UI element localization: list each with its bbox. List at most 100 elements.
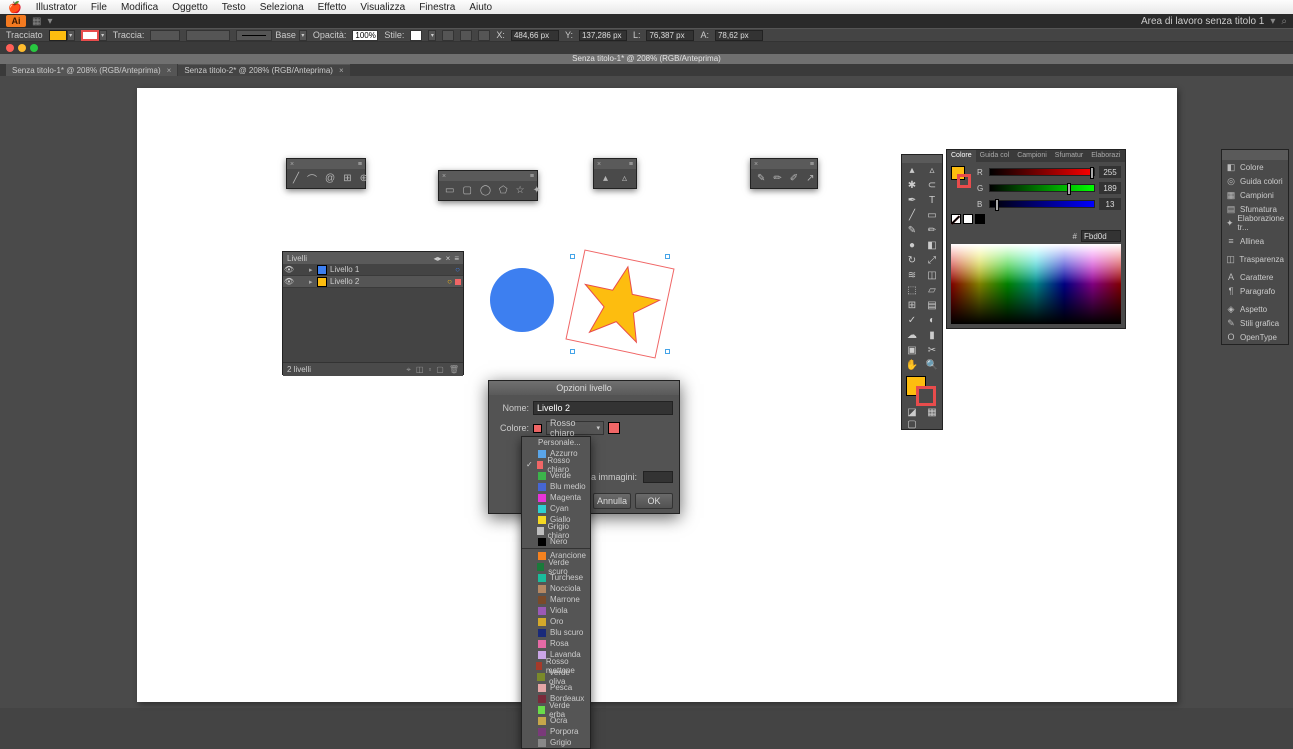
pencil-tool-icon[interactable]: ✐ [790,173,798,184]
sidepanel-item[interactable]: ◈Aspetto [1222,302,1288,316]
gradient-tool[interactable]: ▤ [922,298,942,313]
panel-menu-icon[interactable]: ≡ [454,254,459,263]
rectangle-tool-icon[interactable]: ▭ [445,185,454,196]
g-value[interactable]: 189 [1099,182,1121,194]
mini-toolbar-4[interactable]: ×≡ ✎ ✏ ✐ ↗ [750,158,818,189]
dd-color-item[interactable]: Marrone [522,594,590,605]
brush-tool[interactable]: ✎ [902,223,922,238]
menu-oggetto[interactable]: Oggetto [172,2,208,13]
rounded-rect-tool-icon[interactable]: ▢ [462,185,471,196]
hex-input[interactable] [1081,230,1121,242]
menu-testo[interactable]: Testo [222,2,246,13]
sidepanel-item[interactable]: ≡Allinea [1222,234,1288,248]
menu-file[interactable]: File [91,2,107,13]
expand-arrow-icon[interactable]: ▸ [307,266,317,274]
rectangle-tool[interactable]: ▭ [922,208,942,223]
tab-campioni[interactable]: Campioni [1013,150,1051,162]
app-name[interactable]: Illustrator [36,2,77,13]
panel-grip[interactable] [902,155,942,163]
new-sublayer-icon[interactable]: ▫ [428,365,431,375]
dd-color-item[interactable]: Verde erba [522,704,590,715]
slice-tool[interactable]: ✂ [922,343,942,358]
target-icon[interactable]: ○ [455,265,460,274]
selection-handle[interactable] [665,254,670,259]
stroke-swatch[interactable] [81,30,99,41]
delete-layer-icon[interactable]: 🗑 [449,365,459,375]
menu-effetto[interactable]: Effetto [318,2,347,13]
layer-row[interactable]: 👁▸Livello 2○ [283,276,463,288]
menu-aiuto[interactable]: Aiuto [469,2,492,13]
dd-color-item[interactable]: Viola [522,605,590,616]
visibility-icon[interactable]: 👁 [283,265,295,274]
tab-sfumatura[interactable]: Sfumatur [1051,150,1087,162]
selection-handle[interactable] [570,349,575,354]
smooth-tool-icon[interactable]: ↗ [806,173,814,184]
sidepanel-item[interactable]: ✎Stili grafica [1222,316,1288,330]
line-tool[interactable]: ╱ [902,208,922,223]
blend-tool[interactable]: ◐ [922,313,942,328]
b-value[interactable]: 13 [1099,198,1121,210]
close-tab-icon[interactable]: × [339,66,344,75]
eyedropper-tool[interactable]: ✓ [902,313,922,328]
y-input[interactable]: 137,286 px [579,30,627,41]
panel-stroke-swatch[interactable] [957,174,971,188]
graph-tool[interactable]: ▮ [922,328,942,343]
brush-select[interactable] [236,30,272,41]
close-icon[interactable]: × [597,161,604,168]
sidepanel-item[interactable]: OOpenType [1222,330,1288,344]
sidepanel-item[interactable]: ◧Colore [1222,160,1288,174]
black-swatch[interactable] [975,214,985,224]
layers-panel[interactable]: Livelli◂▸×≡ 👁▸Livello 1○👁▸Livello 2○ 2 l… [282,251,464,375]
zoom-tool[interactable]: 🔍 [922,358,942,373]
dd-color-item[interactable]: Rosa [522,638,590,649]
lasso-tool[interactable]: ⊂ [922,178,942,193]
dd-color-item[interactable]: Grigio chiaro [522,525,590,536]
selection-handle[interactable] [665,349,670,354]
flare-tool-icon[interactable]: ✦ [533,185,541,196]
dd-personale[interactable]: Personale... [522,437,590,448]
tab-elaborazione[interactable]: Elaborazi [1087,150,1124,162]
yellow-star-shape[interactable] [570,254,670,354]
dd-color-item[interactable]: ✓Rosso chiaro [522,459,590,470]
docked-panel-strip[interactable]: ◧Colore◎Guida colori▦Campioni▤Sfumatura✦… [1221,149,1289,345]
menu-modifica[interactable]: Modifica [121,2,158,13]
tools-panel[interactable]: ▴▵ ✱⊂ ✒T ╱▭ ✎✏ ●◧ ↻⤢ ≋◫ ⬚▱ ⊞▤ ✓◐ ☁▮ ▣✂ ✋… [901,154,943,430]
close-icon[interactable]: × [754,161,761,168]
pencil-tool[interactable]: ✏ [922,223,942,238]
fill-dropdown[interactable]: ▾ [67,30,75,41]
pen-tool[interactable]: ✒ [902,193,922,208]
stroke-profile-input[interactable] [186,30,230,41]
nome-input[interactable] [533,401,673,415]
b-slider[interactable] [989,200,1095,208]
sidepanel-item[interactable]: ▦Campioni [1222,188,1288,202]
star-tool-icon[interactable]: ☆ [516,185,525,196]
polygon-tool-icon[interactable]: ⬠ [499,185,508,196]
g-slider[interactable] [989,184,1095,192]
dd-color-item[interactable]: Grigio [522,737,590,748]
color-panel[interactable]: Colore Guida col Campioni Sfumatur Elabo… [946,149,1126,329]
colore-dropdown[interactable]: Personale... Azzurro✓Rosso chiaroVerdeBl… [521,436,591,749]
colore-swatch-preview[interactable] [608,422,620,434]
brush-tool-icon[interactable]: ✎ [757,173,765,184]
doc-tab-1[interactable]: Senza titolo-1* @ 208% (RGB/Anteprima)× [6,64,177,76]
apple-menu-icon[interactable]: 🍎 [8,1,22,14]
mini-toolbar-2[interactable]: ×≡ ▭ ▢ ◯ ⬠ ☆ ✦ [438,170,538,201]
minimize-window-button[interactable] [18,44,26,52]
sidepanel-item[interactable]: ACarattere [1222,270,1288,284]
rotate-tool[interactable]: ↻ [902,253,922,268]
expand-arrow-icon[interactable]: ▸ [307,278,317,286]
close-window-button[interactable] [6,44,14,52]
new-layer-icon[interactable]: ▢ [436,365,444,375]
dd-color-item[interactable]: Oro [522,616,590,627]
dd-color-item[interactable]: Verde scuro [522,561,590,572]
x-input[interactable]: 484,66 px [511,30,559,41]
none-swatch[interactable] [951,214,961,224]
layer-row[interactable]: 👁▸Livello 1○ [283,264,463,276]
arc-tool-icon[interactable]: ⌒ [307,173,317,184]
sidepanel-item[interactable]: ✦Elaborazione tr... [1222,216,1288,230]
h-input[interactable]: 78,62 px [715,30,763,41]
dd-color-item[interactable]: Blu scuro [522,627,590,638]
dd-color-item[interactable]: Turchese [522,572,590,583]
free-transform-tool[interactable]: ◫ [922,268,942,283]
dd-color-item[interactable]: Nocciola [522,583,590,594]
